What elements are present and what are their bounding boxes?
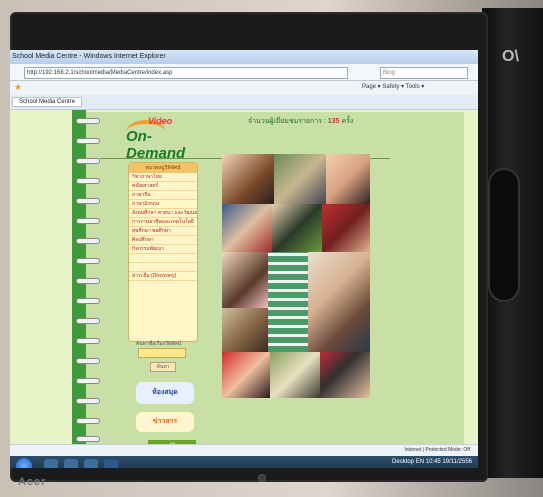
binder-ring: [76, 158, 100, 164]
menu-header: หมวดหมู่วีดิทัศน์: [129, 163, 197, 173]
collage-photo: [222, 308, 268, 352]
category-menu: หมวดหมู่วีดิทัศน์ วิชาภาษาไทย คณิตศาสตร์…: [128, 162, 198, 342]
binder-ring: [76, 378, 100, 384]
menu-item[interactable]: คณิตศาสตร์: [129, 182, 197, 191]
address-bar: http://192.168.2.1/schoolmedia/MediaCent…: [10, 64, 478, 81]
collage-photo: [222, 204, 272, 252]
search-field[interactable]: Bing: [380, 67, 468, 79]
url-field[interactable]: http://192.168.2.1/schoolmedia/MediaCent…: [24, 67, 348, 79]
collage-photo: [308, 252, 370, 352]
binder-ring: [76, 278, 100, 284]
counter-label: จำนวนผู้เยี่ยมชมรายการ :: [248, 118, 328, 125]
menu-item[interactable]: การงานอาชีพและเทคโนโลยี: [129, 218, 197, 227]
video-on-demand-logo[interactable]: Video On-Demand: [126, 114, 200, 162]
menu-item[interactable]: สังคมศึกษา ศาสนา และวัฒนธรรม: [129, 209, 197, 218]
logo-small-text: Video: [148, 116, 173, 126]
menu-item[interactable]: ศิลปศึกษา: [129, 236, 197, 245]
binder-ring: [76, 118, 100, 124]
search-label: ค้นหาชื่อเรื่องวีดิทัศน์: [136, 341, 182, 347]
collage-photo: [222, 154, 274, 204]
screen: School Media Centre - Windows Internet E…: [10, 50, 478, 468]
video-search-button[interactable]: ค้นหา: [150, 362, 176, 372]
case-vent: [488, 168, 520, 302]
menu-item[interactable]: สาระอื่น (Discovery): [129, 272, 197, 281]
app-taskbar-icon[interactable]: [104, 459, 118, 468]
computer-case: O\: [482, 8, 543, 478]
taskbar: Desktop EN 10:45 19/11/2556: [10, 456, 478, 468]
collage-photo: [320, 352, 370, 398]
video-search-input[interactable]: [138, 348, 186, 358]
counter-unit: ครั้ง: [341, 118, 354, 125]
menu-item[interactable]: กิจกรรมพัฒนา: [129, 245, 197, 254]
binder-ring: [76, 318, 100, 324]
ie-taskbar-icon[interactable]: [44, 459, 58, 468]
collage-photo: [322, 204, 370, 252]
collage-photo: [222, 352, 270, 398]
monitor-brand: Acer: [18, 476, 47, 488]
binder-ring: [76, 138, 100, 144]
menu-item[interactable]: ภาษาจีน: [129, 191, 197, 200]
monitor: School Media Centre - Windows Internet E…: [10, 12, 488, 482]
binder-ring: [76, 298, 100, 304]
library-banner[interactable]: ห้องสมุด: [136, 382, 194, 404]
collage-photo: [272, 204, 322, 252]
case-logo: O\: [502, 48, 519, 65]
menu-item[interactable]: [129, 254, 197, 263]
binder-ring: [76, 258, 100, 264]
logo-main-text: On-Demand: [126, 128, 186, 162]
binder-ring: [76, 358, 100, 364]
favorites-star-icon[interactable]: ★: [14, 82, 22, 93]
collage-photo: [268, 252, 308, 352]
binder-ring: [76, 218, 100, 224]
menu-item[interactable]: สุขศึกษา พลศึกษา: [129, 227, 197, 236]
status-zone: Internet | Protected Mode: Off: [404, 447, 470, 453]
start-button-icon[interactable]: [16, 458, 32, 468]
collage-photo: [270, 352, 320, 398]
media-taskbar-icon[interactable]: [84, 459, 98, 468]
menu-item[interactable]: วิชาภาษาไทย: [129, 173, 197, 182]
menu-item[interactable]: ภาษาอังกฤษ: [129, 200, 197, 209]
binder-ring: [76, 338, 100, 344]
system-tray[interactable]: Desktop EN 10:45 19/11/2556: [392, 459, 472, 465]
binder-ring: [76, 178, 100, 184]
binder-ring: [76, 418, 100, 424]
tab-bar: School Media Centre: [10, 95, 478, 110]
visitor-counter: จำนวนผู้เยี่ยมชมรายการ : 135 ครั้ง: [248, 116, 353, 127]
command-bar[interactable]: Page ▾ Safety ▾ Tools ▾: [362, 83, 424, 90]
tab-school-media-centre[interactable]: School Media Centre: [12, 97, 83, 107]
power-button-icon[interactable]: [258, 474, 266, 482]
collage-photo: [274, 154, 326, 204]
news-banner[interactable]: ข่าวสาร: [136, 412, 194, 432]
favorites-bar: ★ Page ▾ Safety ▾ Tools ▾: [10, 81, 478, 96]
counter-value: 135: [327, 118, 340, 125]
binder-ring: [76, 398, 100, 404]
binder-ring: [76, 198, 100, 204]
window-title-bar: School Media Centre - Windows Internet E…: [10, 50, 478, 64]
binder-ring: [76, 436, 100, 442]
collage-photo: [222, 252, 268, 308]
binder-ring: [76, 238, 100, 244]
collage-photo: [326, 154, 370, 204]
explorer-taskbar-icon[interactable]: [64, 459, 78, 468]
menu-item[interactable]: [129, 263, 197, 272]
